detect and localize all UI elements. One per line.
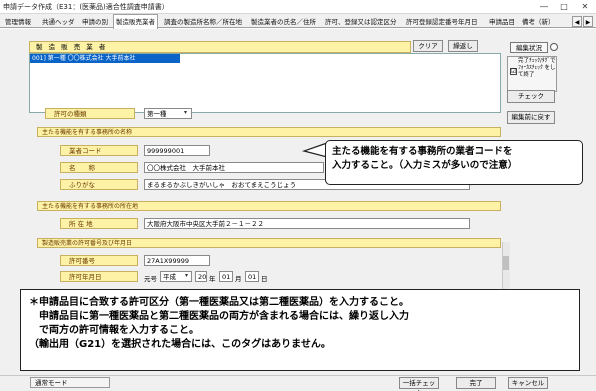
edit-status-indicator bbox=[550, 43, 558, 51]
callout-line: ＊申請品目に合致する許可区分（第一種医薬品又は第二種医薬品）を入力すること。 bbox=[29, 297, 409, 308]
license-header: 製造販売業の許可番号及び年月日 bbox=[37, 238, 501, 248]
tab-marketing-authorization-holder[interactable]: 製造販売業者 bbox=[113, 14, 158, 29]
address-field[interactable]: 大阪府大阪市中央区大手前２－１－２２ bbox=[144, 218, 470, 229]
tab-application-type[interactable]: 申請の別 bbox=[80, 16, 110, 28]
callout-business-code: 主たる機能を有する事務所の業者コードを 入力すること。（入力ミスが多いので注意） bbox=[325, 140, 583, 185]
day-field[interactable]: 01 bbox=[245, 271, 259, 282]
check-button[interactable]: チェック bbox=[507, 90, 555, 103]
chevron-down-icon[interactable]: ▾ bbox=[185, 272, 188, 279]
business-code-label: 業者コード bbox=[60, 145, 138, 156]
edit-status-label: 編集状況 bbox=[510, 42, 548, 53]
month-unit: 月 bbox=[235, 275, 242, 283]
repeat-button[interactable]: 繰返し bbox=[448, 40, 478, 52]
license-number-label: 許可番号 bbox=[60, 255, 138, 266]
tab-manufacturer-name[interactable]: 製造業者の氏名／住所 bbox=[249, 16, 318, 28]
tab-scroll-left[interactable]: ◀ bbox=[572, 16, 582, 27]
scrollbar-thumb[interactable] bbox=[503, 256, 509, 270]
callout-permit-category: ＊申請品目に合致する許可区分（第一種医薬品又は第二種医薬品）を入力すること。 申… bbox=[20, 289, 580, 371]
year-field[interactable]: 20 bbox=[195, 271, 207, 282]
main-office-header: 主たる機能を有する事務所の名称 bbox=[37, 127, 501, 137]
chevron-down-icon[interactable]: ▾ bbox=[184, 109, 187, 116]
furigana-label: ふりがな bbox=[60, 179, 138, 190]
window-title: 申請データ作成（E31：(医薬品)適合性調査申請書） bbox=[3, 3, 169, 11]
address-header: 主たる機能を有する事務所の所在地 bbox=[37, 201, 501, 211]
tab-permit-category[interactable]: 許可、登録又は認定区分 bbox=[323, 16, 399, 28]
maximize-button[interactable]: □ bbox=[556, 1, 572, 12]
callout-line: （輸出用（G21）を選択された場合には、このタグはありません。 bbox=[29, 339, 331, 350]
list-item[interactable]: 001] 第一種 〇〇株式会社 大手前本社 bbox=[30, 54, 180, 63]
tab-scroll-right[interactable]: ▶ bbox=[583, 16, 593, 27]
business-code-field[interactable]: 999999001 bbox=[144, 145, 210, 156]
name-label: 名 称 bbox=[60, 162, 138, 173]
close-button[interactable]: ✕ bbox=[577, 1, 593, 12]
tab-remarks[interactable]: 備考（新） bbox=[520, 16, 557, 28]
revert-button[interactable]: 編集前に戻す bbox=[507, 111, 555, 124]
callout-line: 主たる機能を有する事務所の業者コードを bbox=[332, 146, 513, 157]
name-field[interactable]: 〇〇株式会社 大手前本社 bbox=[144, 162, 324, 173]
bulk-check-button[interactable]: 一括チェック bbox=[399, 377, 439, 391]
year-unit: 年 bbox=[209, 275, 216, 283]
tag-check-text: 完了ﾁｪｯｸ/ﾀｸﾞで ﾌｫｰｶｽﾁｪｯｸ をして終了 bbox=[518, 58, 556, 78]
cancel-button[interactable]: キャンセル bbox=[508, 377, 548, 389]
clear-button[interactable]: クリア bbox=[413, 40, 443, 52]
tab-inspected-site[interactable]: 調査の製造所名称／所在地 bbox=[162, 16, 244, 28]
finish-button[interactable]: 完了 bbox=[456, 377, 496, 389]
mode-indicator: 通常モード bbox=[30, 377, 110, 388]
month-field[interactable]: 01 bbox=[219, 271, 233, 282]
manufacturer-header: 製 造 販 売 業 者 bbox=[29, 41, 411, 53]
license-date-label: 許可年月日 bbox=[60, 271, 138, 282]
license-number-field[interactable]: 27A1X99999 bbox=[144, 255, 210, 266]
era-prefix: 元号 bbox=[144, 275, 157, 283]
tab-permit-number-date[interactable]: 許可登録認定番号年月日 bbox=[404, 16, 480, 28]
callout-line: 申請品目に第一種医薬品と第二種医薬品の両方が含まれる場合には、繰り返し入力 bbox=[29, 311, 409, 322]
tab-common-header[interactable]: 共通ヘッダ bbox=[40, 16, 77, 28]
callout-line: 入力すること。（入力ミスが多いので注意） bbox=[332, 160, 518, 171]
permit-type-label: 許可の種類 bbox=[45, 108, 135, 119]
minimize-button[interactable]: ― bbox=[536, 1, 552, 12]
address-label: 所 在 地 bbox=[60, 218, 138, 229]
day-unit: 日 bbox=[261, 275, 268, 283]
callout-line: で両方の許可情報を入力すること。 bbox=[29, 325, 199, 336]
tab-management-info[interactable]: 管理情報 bbox=[3, 16, 33, 28]
tag-check-checkbox[interactable]: ☑ bbox=[510, 68, 517, 75]
tab-application-items[interactable]: 申請品目 bbox=[487, 16, 517, 28]
